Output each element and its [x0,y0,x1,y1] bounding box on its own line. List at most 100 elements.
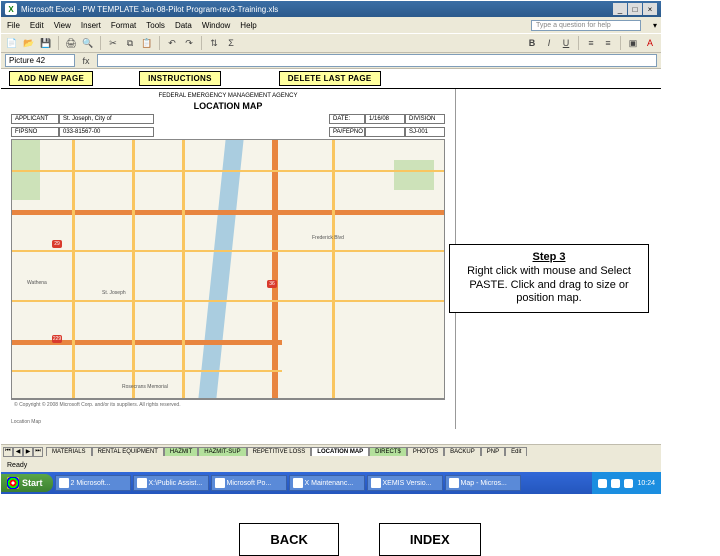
windows-taskbar: Start 2 Microsoft... X:\Public Assist...… [1,472,661,494]
delete-last-page-button[interactable]: DELETE LAST PAGE [279,71,381,86]
bold-icon[interactable]: B [525,36,539,50]
doc-agency: FEDERAL EMERGENCY MANAGEMENT AGENCY [11,93,445,99]
tab-direct[interactable]: DIRECT$ [369,447,407,456]
tab-next-icon[interactable]: ▶ [23,447,33,457]
value-applicant: St. Joseph, City of [59,114,154,124]
taskbar-item[interactable]: Microsoft Po... [211,475,287,491]
align-left-icon[interactable]: ≡ [584,36,598,50]
label-applicant: APPLICANT [11,114,59,124]
font-color-icon[interactable]: A [643,36,657,50]
tab-hazmit[interactable]: HAZMIT [164,447,198,456]
hwy-shield-icon: 29 [52,240,62,248]
map-image[interactable]: 29 36 229 St. Joseph Frederick Blvd Wath… [11,139,445,399]
app-icon [293,478,303,488]
tab-edit[interactable]: Edit [505,447,527,456]
help-dropdown-icon[interactable]: ▾ [653,21,657,30]
tab-first-icon[interactable]: ⏮ [3,447,13,457]
tab-rental-equipment[interactable]: RENTAL EQUIPMENT [92,447,164,456]
separator [620,36,621,50]
formula-input[interactable] [97,54,657,67]
taskbar-item[interactable]: Map - Micros... [445,475,521,491]
taskbar-item[interactable]: X Maintenanc... [289,475,365,491]
menu-tools[interactable]: Tools [146,21,165,30]
start-button[interactable]: Start [1,474,53,492]
app-icon [371,478,381,488]
preview-icon[interactable]: 🔍 [81,36,95,50]
menu-data[interactable]: Data [175,21,192,30]
app-icon [449,478,459,488]
minimize-button[interactable]: _ [613,3,627,15]
taskbar-item[interactable]: XEMIS Versio... [367,475,443,491]
name-box[interactable]: Picture 42 [5,54,75,67]
sort-icon[interactable]: ⇅ [207,36,221,50]
separator [58,36,59,50]
align-center-icon[interactable]: ≡ [601,36,615,50]
taskbar-item[interactable]: 2 Microsoft... [55,475,131,491]
excel-icon: X [5,3,17,15]
tab-pnp[interactable]: PNP [481,447,505,456]
instructions-button[interactable]: INSTRUCTIONS [139,71,221,86]
tray-icon[interactable] [598,479,607,488]
menu-help[interactable]: Help [240,21,256,30]
separator [578,36,579,50]
fill-color-icon[interactable]: ▣ [626,36,640,50]
tab-hazmit-sup[interactable]: HAZMIT-SUP [198,447,246,456]
windows-logo-icon [7,477,19,489]
tab-repetitive-loss[interactable]: REPETITIVE LOSS [247,447,312,456]
tray-icon[interactable] [611,479,620,488]
menu-file[interactable]: File [7,21,20,30]
underline-icon[interactable]: U [559,36,573,50]
map-city-label: St. Joseph [102,290,126,296]
separator [159,36,160,50]
menu-window[interactable]: Window [202,21,230,30]
volume-icon[interactable] [624,479,633,488]
toolbar: 📄 📂 💾 🖨 🔍 ✂ ⧉ 📋 ↶ ↷ ⇅ Σ B I U ≡ ≡ ▣ A [1,33,661,53]
redo-icon[interactable]: ↷ [182,36,196,50]
system-tray[interactable]: 10:24 [592,472,661,494]
menu-format[interactable]: Format [111,21,136,30]
sum-icon[interactable]: Σ [224,36,238,50]
paste-icon[interactable]: 📋 [140,36,154,50]
value-fipsno: 033-81567-00 [59,127,154,137]
add-new-page-button[interactable]: ADD NEW PAGE [9,71,93,86]
worksheet: ADD NEW PAGE INSTRUCTIONS DELETE LAST PA… [1,69,661,444]
new-icon[interactable]: 📄 [5,36,19,50]
separator [201,36,202,50]
app-icon [59,478,69,488]
statusbar: Ready [1,458,661,472]
close-button[interactable]: × [643,3,657,15]
tab-photos[interactable]: PHOTOS [407,447,444,456]
hwy-shield-icon: 36 [267,280,277,288]
italic-icon[interactable]: I [542,36,556,50]
value-date: 1/16/08 [365,114,405,124]
menu-view[interactable]: View [54,21,71,30]
tab-backup[interactable]: BACKUP [444,447,481,456]
tab-materials[interactable]: MATERIALS [46,447,92,456]
status-text: Ready [7,462,27,469]
tab-location-map[interactable]: LOCATION MAP [311,447,369,456]
hwy-shield-icon: 229 [52,335,62,343]
map-caption: Location Map [11,419,445,425]
tab-prev-icon[interactable]: ◀ [13,447,23,457]
menu-insert[interactable]: Insert [81,21,101,30]
callout-text: Right click with mouse and Select PASTE.… [467,265,631,305]
taskbar-item[interactable]: X:\Public Assist... [133,475,209,491]
save-icon[interactable]: 💾 [39,36,53,50]
folder-icon [137,478,147,488]
undo-icon[interactable]: ↶ [165,36,179,50]
window-title: Microsoft Excel - PW TEMPLATE Jan-08-Pil… [21,5,613,14]
fx-icon[interactable]: fx [79,54,93,68]
tab-last-icon[interactable]: ⏭ [33,447,43,457]
copy-icon[interactable]: ⧉ [123,36,137,50]
app-icon [215,478,225,488]
menu-edit[interactable]: Edit [30,21,44,30]
print-icon[interactable]: 🖨 [64,36,78,50]
map-label: Wathena [27,280,47,286]
help-search-input[interactable]: Type a question for help [531,20,641,31]
restore-button[interactable]: □ [628,3,642,15]
map-label: Rosecrans Memorial [122,384,168,390]
formula-bar: Picture 42 fx [1,53,661,69]
cut-icon[interactable]: ✂ [106,36,120,50]
open-icon[interactable]: 📂 [22,36,36,50]
label-fipsno: FIPSNO [11,127,59,137]
